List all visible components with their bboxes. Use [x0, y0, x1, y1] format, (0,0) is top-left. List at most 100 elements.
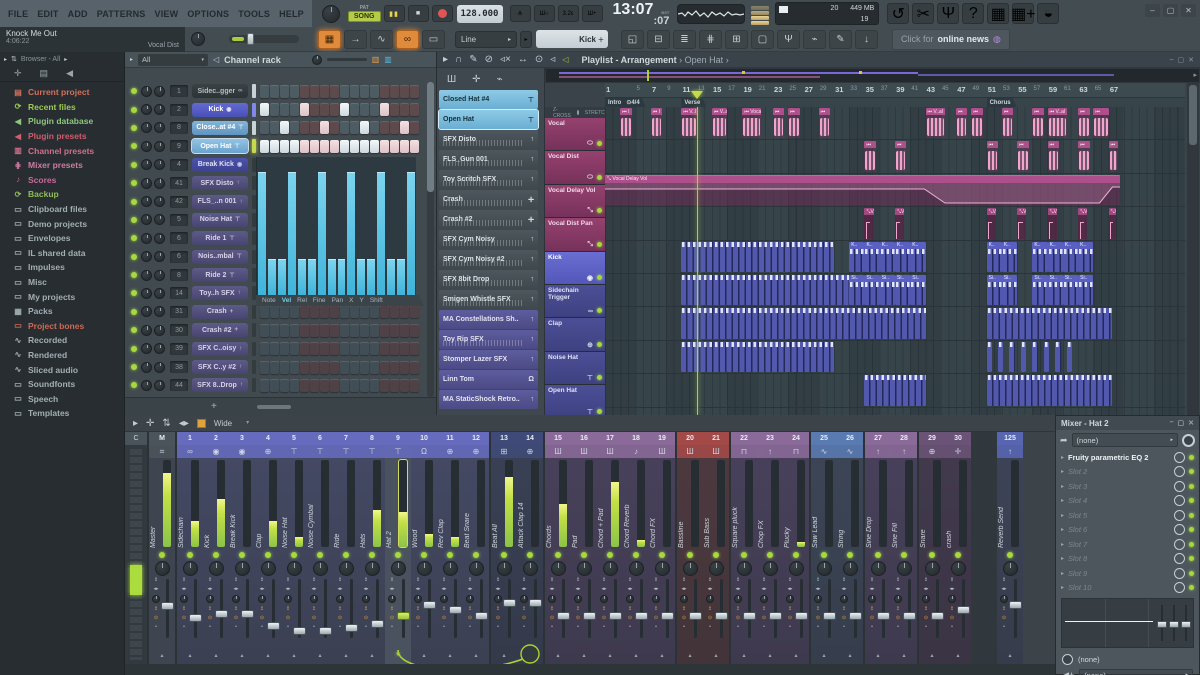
mixer-strip-30[interactable]: 30 ✛ crash ⇕ ◂▸ ↥ ⊙ • ▴	[945, 432, 971, 664]
mixer-strip-3[interactable]: 3 ◉ Break Kick ⇕ ◂▸ ↥ ⊙ • ▴	[229, 432, 255, 664]
strip-pan-knob[interactable]	[842, 561, 858, 576]
strip-fader[interactable]	[609, 611, 622, 620]
main-volume-slider[interactable]	[229, 33, 299, 45]
strip-mute-led[interactable]	[421, 552, 427, 558]
channel-target-number[interactable]: 8	[170, 269, 188, 282]
step-cell[interactable]	[370, 342, 379, 356]
strip-stereo-knob[interactable]	[152, 595, 160, 603]
strip-route-arrow[interactable]: ▴	[714, 652, 717, 664]
pattern-clip[interactable]: K..	[910, 241, 926, 272]
strip-stereo-knob[interactable]	[232, 595, 240, 603]
audio-clip[interactable]: ⏮ V..al	[711, 108, 728, 139]
strip-rec-icon[interactable]: ⊙	[602, 615, 606, 621]
swing-knob[interactable]	[311, 54, 322, 65]
strip-sep-icon[interactable]: ↥	[628, 606, 632, 612]
step-cell[interactable]	[400, 360, 409, 374]
strip-pan-knob[interactable]	[208, 561, 224, 576]
pattern-clip[interactable]: K..	[1001, 241, 1018, 272]
strip-sep-icon[interactable]: ↥	[338, 606, 342, 612]
channel-pan-knob[interactable]	[141, 232, 152, 244]
save-as-icon[interactable]: ▦+	[1011, 3, 1036, 24]
slot-mix-knob[interactable]	[1174, 466, 1185, 478]
step-cell[interactable]	[320, 323, 329, 337]
channel-target-number[interactable]: 41	[170, 177, 188, 190]
step-cell[interactable]	[370, 139, 379, 153]
magnet-icon[interactable]: ∩	[455, 54, 462, 65]
graph-tab-note[interactable]: Note	[262, 297, 276, 304]
pattern-clip[interactable]: K..	[895, 241, 911, 272]
mixer-sort-icon[interactable]: ⇅	[162, 418, 170, 429]
audio-clip[interactable]: ⏮ I	[650, 108, 663, 139]
step-cell[interactable]	[400, 342, 409, 356]
step-cell[interactable]	[400, 121, 409, 135]
strip-mute-led[interactable]	[265, 552, 271, 558]
strip-rec-icon[interactable]: ⊙	[816, 615, 820, 621]
step-cell[interactable]	[330, 342, 339, 356]
slot-enable-led[interactable]	[1189, 454, 1194, 460]
strip-mute-led[interactable]	[607, 552, 613, 558]
strip-pan-knob[interactable]	[522, 561, 538, 576]
strip-mute-led[interactable]	[395, 552, 401, 558]
audio-clip[interactable]: ⏮	[986, 141, 999, 172]
velocity-bar[interactable]	[277, 259, 286, 295]
strip-mute-led[interactable]	[713, 552, 719, 558]
audio-clip[interactable]: ⏮	[1017, 141, 1029, 172]
audio-clip[interactable]: ⏮	[818, 108, 831, 139]
strip-arrow-icon[interactable]: ◂▸	[495, 586, 500, 592]
strip-arrow-icon[interactable]: ⇕	[468, 577, 472, 583]
slot-mix-knob[interactable]	[1174, 582, 1185, 594]
step-cell[interactable]	[350, 84, 359, 98]
strip-pan-knob[interactable]	[442, 561, 458, 576]
graph-tab-y[interactable]: Y	[359, 297, 363, 304]
strip-rec-icon[interactable]: ⊙	[182, 615, 186, 621]
channel-pan-knob[interactable]	[141, 140, 152, 152]
step-cell[interactable]	[340, 323, 349, 337]
step-cell[interactable]	[290, 360, 299, 374]
step-cell[interactable]	[330, 305, 339, 319]
mixer-strip-5[interactable]: 5 ⊤ Noise Hat ⇕ ◂▸ ↥ ⊙ • ▴	[281, 432, 307, 664]
pattern-indicator[interactable]	[252, 304, 256, 319]
mixer-color-swatch[interactable]	[196, 418, 206, 428]
pattern-indicator[interactable]	[252, 139, 256, 154]
browser-item[interactable]: ▭ Project bones	[0, 319, 124, 334]
help-icon[interactable]: ?	[962, 3, 985, 24]
step-cell[interactable]	[320, 305, 329, 319]
fx-slot-5[interactable]: ▸ Slot 5	[1056, 508, 1199, 523]
strip-arrow-icon[interactable]: ◂▸	[337, 586, 342, 592]
step-cell[interactable]	[400, 305, 409, 319]
strip-fader[interactable]	[877, 611, 890, 620]
news-banner[interactable]: Click for online news ◍	[892, 28, 1010, 50]
pattern-clip-run[interactable]	[998, 341, 1004, 373]
strip-sep-icon[interactable]: ↥	[682, 606, 686, 612]
strip-rec-icon[interactable]: ⊙	[628, 615, 632, 621]
mixer-strip-10[interactable]: 10 Ω Wood ⇕ ◂▸ ↥ ⊙ • ▴	[411, 432, 437, 664]
pattern-clip-run[interactable]	[1032, 341, 1039, 373]
strip-fader[interactable]	[715, 611, 728, 620]
mixer-strip-26[interactable]: 26 ∿ String ⇕ ◂▸ ↥ ⊙ • ▴	[837, 432, 863, 664]
channel-enable-led[interactable]	[131, 327, 137, 334]
strip-route-arrow[interactable]: ▴	[160, 652, 163, 664]
slot-enable-led[interactable]	[1189, 512, 1194, 518]
eq-high-fader[interactable]	[1181, 605, 1191, 641]
step-cell[interactable]	[390, 139, 399, 153]
strip-route-arrow[interactable]: ▴	[582, 652, 585, 664]
rack-horizontal-scrollbar[interactable]	[256, 404, 291, 409]
browser-item[interactable]: ▭ Misc	[0, 275, 124, 290]
slot-mix-knob[interactable]	[1174, 451, 1185, 463]
browser-sort-icon[interactable]: ⇅	[11, 55, 17, 63]
strip-fader[interactable]	[931, 611, 944, 620]
picker-item[interactable]: Smigen Whistle SFX ↑	[439, 290, 538, 309]
strip-arrow-icon[interactable]: ⇕	[708, 577, 712, 583]
strip-stereo-knob[interactable]	[868, 595, 876, 603]
strip-stereo-knob[interactable]	[840, 595, 848, 603]
track-enable-led[interactable]	[597, 375, 602, 381]
picker-item[interactable]: SFX Disto ↑	[439, 130, 538, 149]
step-cell[interactable]	[340, 305, 349, 319]
step-cell[interactable]	[380, 121, 389, 135]
strip-pan-knob[interactable]	[682, 561, 698, 576]
track-header[interactable]: Vocal Dist Pan ⤡	[545, 218, 605, 252]
channel-pan-knob[interactable]	[141, 379, 152, 391]
velocity-graph[interactable]	[256, 157, 416, 295]
strip-route-arrow[interactable]: ▴	[794, 652, 797, 664]
strip-sep-icon[interactable]: ↥	[1002, 606, 1006, 612]
